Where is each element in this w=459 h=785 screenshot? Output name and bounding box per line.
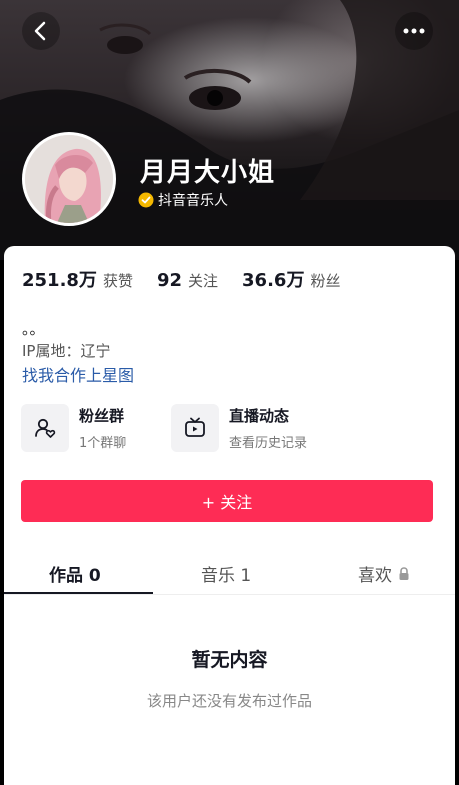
xingtu-cooperation-link[interactable]: 找我合作上星图 [22, 362, 134, 386]
stat-label: 关注 [188, 272, 219, 290]
fan-group-subtitle: 1个群聊 [79, 436, 127, 451]
ip-location: IP属地：辽宁 [22, 342, 111, 360]
profile-card: 251.8万 获赞 92 关注 36.6万 粉丝 。。 IP属地：辽宁 找我合作… [4, 246, 455, 785]
chevron-left-icon [34, 21, 46, 41]
lock-icon [399, 566, 409, 580]
empty-state-title: 暂无内容 [191, 649, 268, 671]
tab-music-label: 音乐 1 [201, 566, 252, 586]
live-history-entry[interactable]: 直播动态 查看历史记录 [171, 404, 307, 452]
stat-value: 251.8万 [22, 270, 97, 291]
fan-group-title: 粉丝群 [79, 407, 125, 425]
bio-text: 。。 [22, 320, 45, 338]
content-tabs: 作品 0 音乐 1 喜欢 [4, 551, 455, 595]
stat-following[interactable]: 92 关注 [157, 270, 218, 291]
tab-music[interactable]: 音乐 1 [201, 561, 251, 586]
fan-group-icon-box [21, 404, 69, 452]
stat-likes: 251.8万 获赞 [22, 266, 133, 292]
verified-check-icon [138, 192, 154, 208]
tab-works-label: 作品 0 [49, 566, 101, 586]
avatar[interactable] [22, 132, 116, 226]
verified-badge: 抖音音乐人 [138, 190, 228, 210]
live-history-subtitle: 查看历史记录 [229, 436, 308, 451]
profile-cover: 月月大小姐 抖音音乐人 [0, 0, 459, 260]
more-button[interactable] [395, 12, 433, 50]
profile-name: 月月大小姐 [140, 158, 276, 188]
follow-button[interactable]: + 关注 [21, 480, 433, 522]
live-tv-icon [185, 417, 205, 437]
stat-value: 36.6万 [242, 270, 305, 291]
fan-group-entry[interactable]: 粉丝群 1个群聊 [21, 404, 126, 452]
tab-likes-label: 喜欢 [358, 566, 392, 586]
back-button[interactable] [22, 12, 60, 50]
stat-label: 获赞 [102, 272, 133, 290]
stat-value: 92 [156, 270, 183, 291]
stat-label: 粉丝 [310, 272, 341, 290]
tabs-divider [4, 594, 455, 595]
more-horizontal-icon [403, 28, 425, 34]
tab-works[interactable]: 作品 0 [49, 561, 101, 586]
fan-group-icon [35, 418, 56, 438]
live-icon-box [171, 404, 219, 452]
avatar-image [25, 135, 113, 223]
tab-likes[interactable]: 喜欢 [358, 561, 410, 586]
live-history-title: 直播动态 [229, 407, 290, 425]
badge-label: 抖音音乐人 [158, 193, 228, 209]
stat-followers[interactable]: 36.6万 粉丝 [242, 266, 340, 292]
empty-state-subtitle: 该用户还没有发布过作品 [146, 692, 312, 710]
stats-row: 251.8万 获赞 92 关注 36.6万 粉丝 [22, 266, 364, 292]
